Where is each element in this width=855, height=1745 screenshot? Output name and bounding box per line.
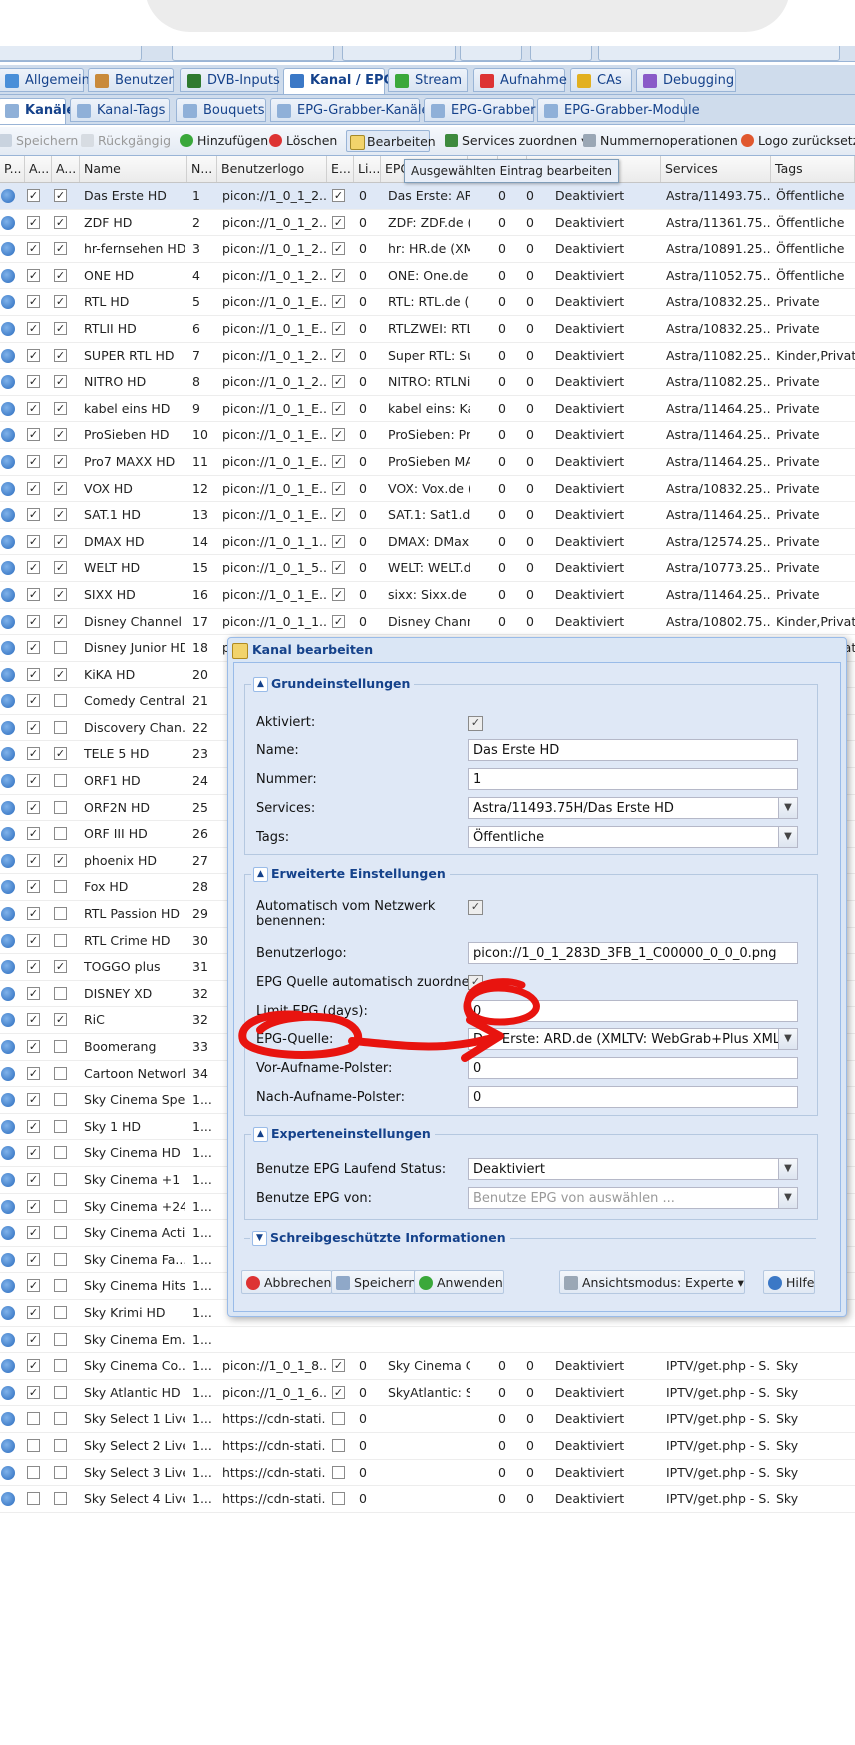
annotation-circle-epg-source — [238, 1010, 363, 1059]
red-annotation-overlay — [238, 978, 540, 1062]
annotation-arrow — [348, 1016, 504, 1062]
annotation-circle-limit-epg — [463, 978, 540, 1026]
